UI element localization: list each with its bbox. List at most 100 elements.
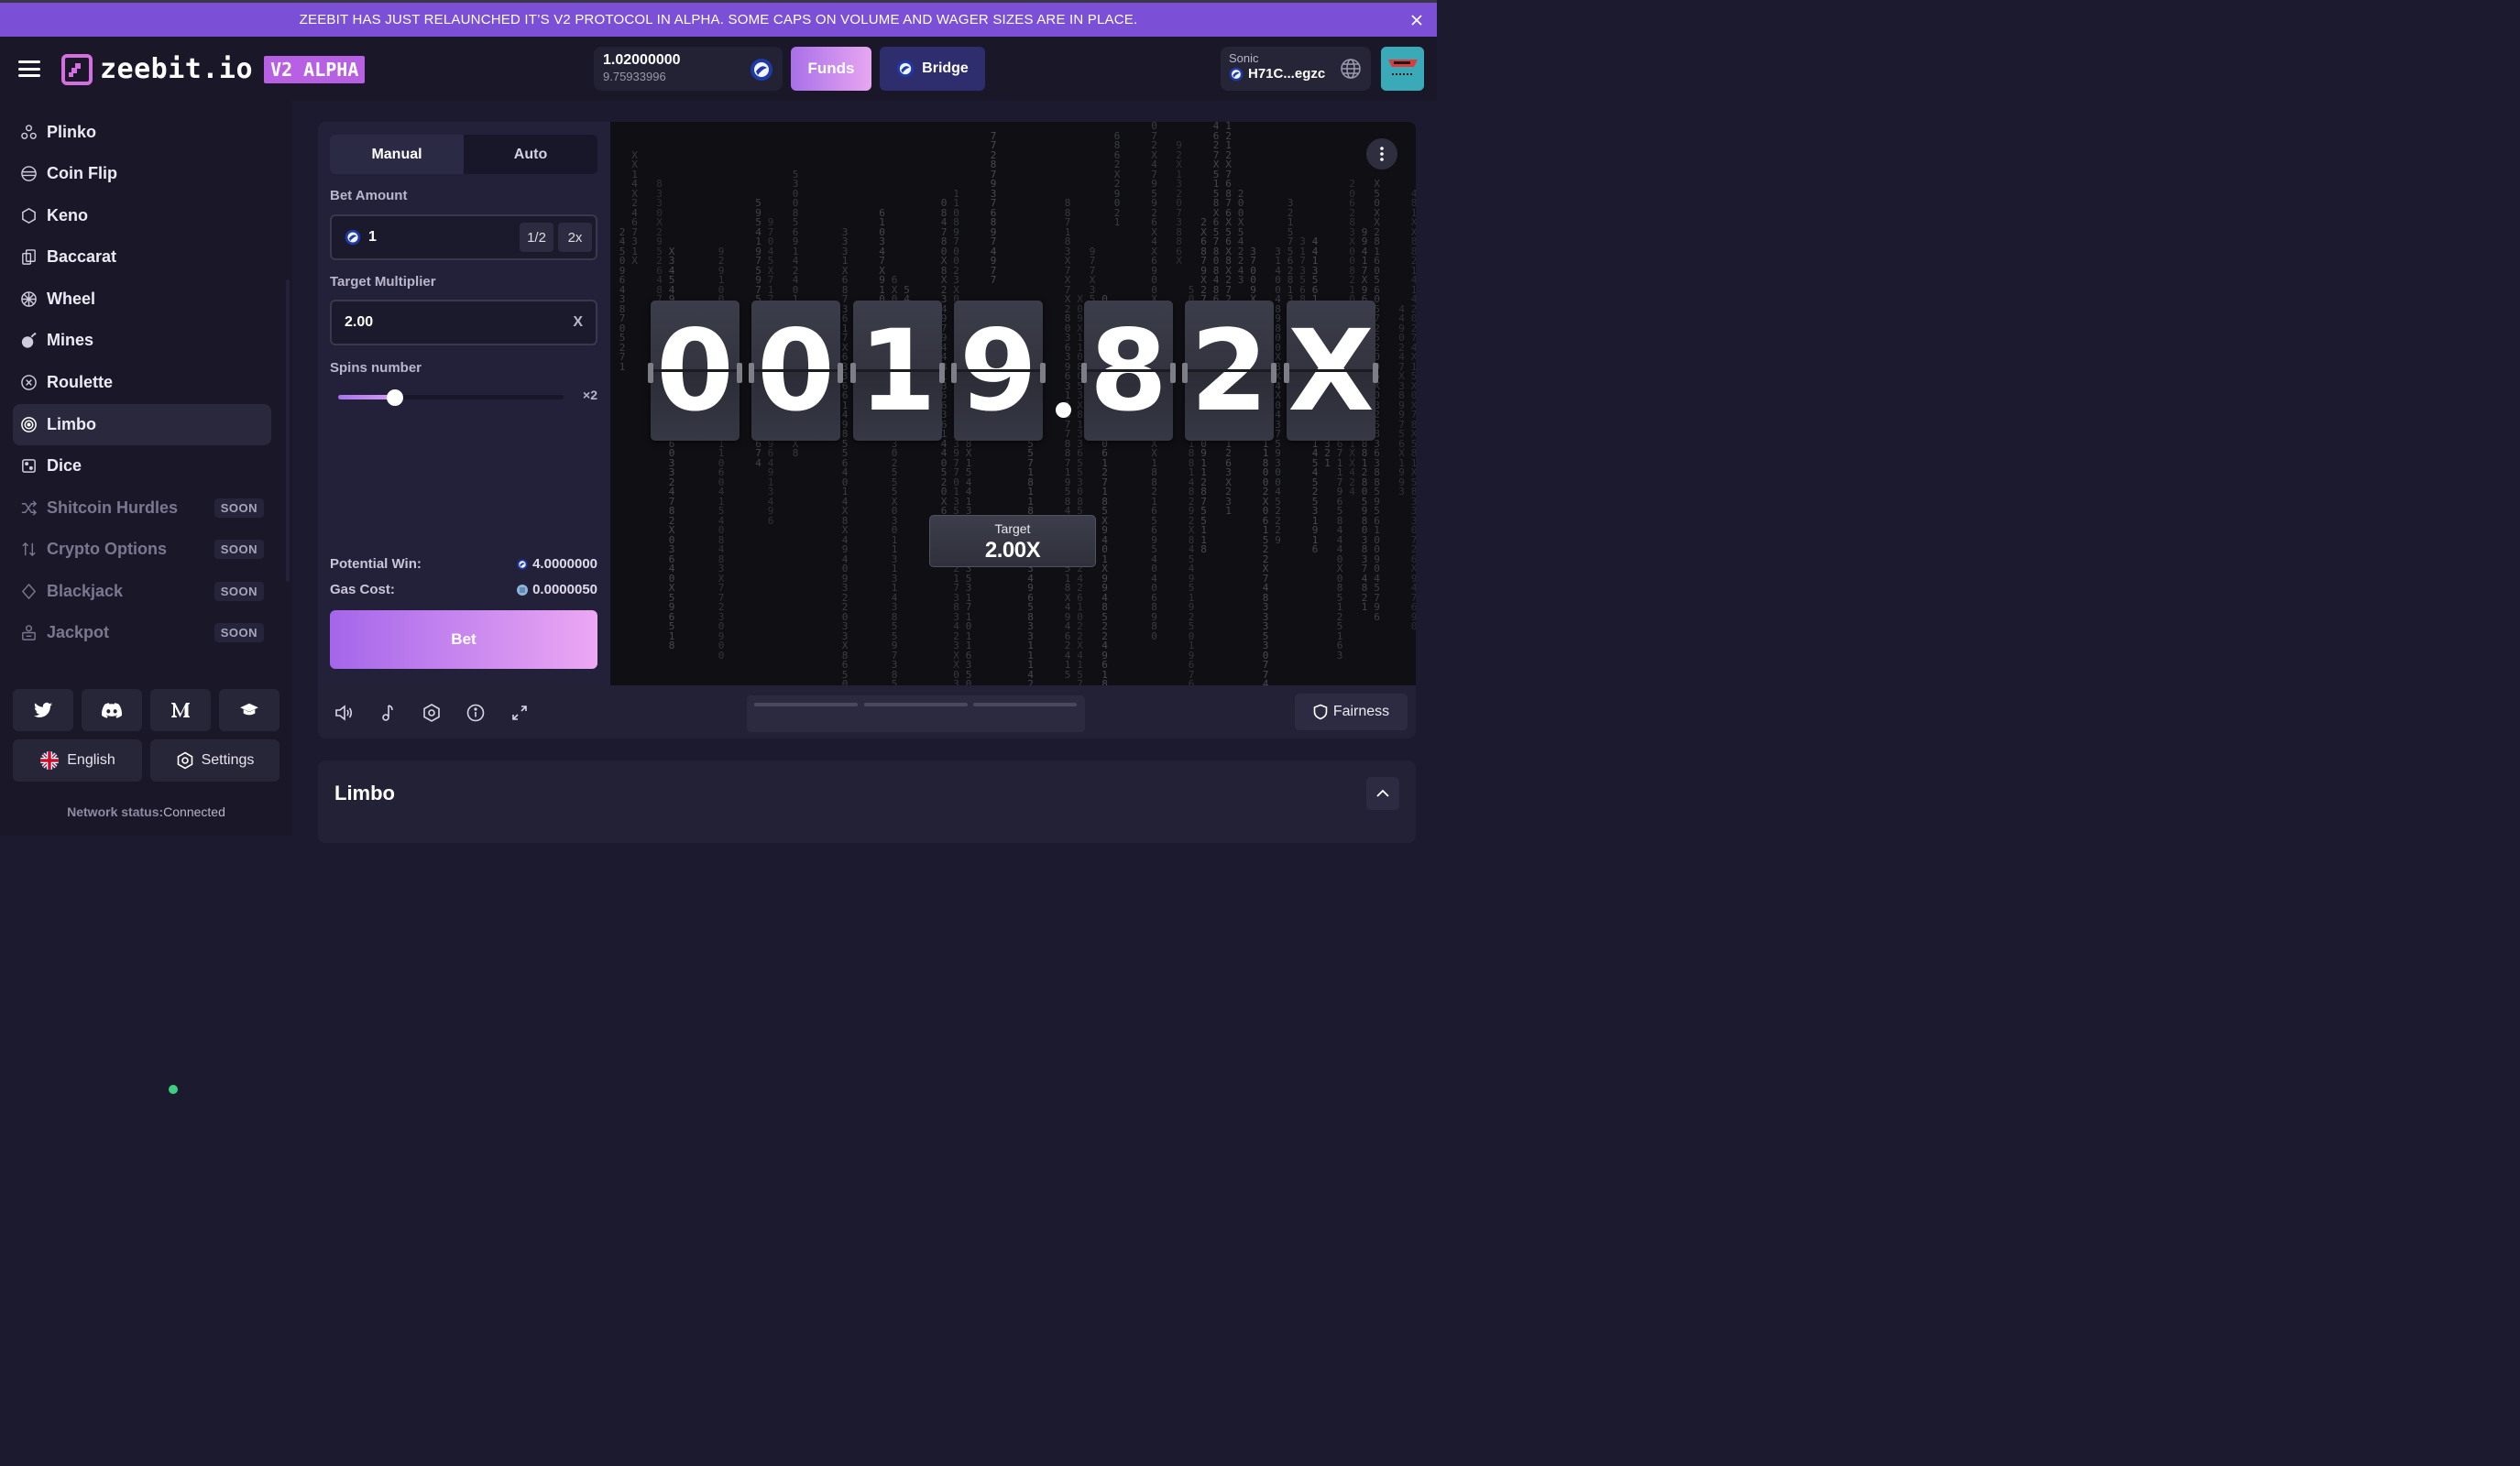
clear-target-button[interactable]: X [573, 314, 583, 331]
funds-button[interactable]: Funds [791, 47, 871, 91]
tab-auto[interactable]: Auto [464, 135, 597, 174]
game-toolbar: Fairness [318, 685, 1416, 738]
medium-button[interactable] [150, 689, 211, 731]
menu-icon[interactable] [18, 60, 40, 77]
volume-icon[interactable] [334, 703, 354, 723]
hinge [1182, 363, 1188, 383]
wallet-selector[interactable]: Sonic H71C...egzc [1221, 47, 1371, 91]
hinge [1081, 363, 1087, 383]
bomb-icon [21, 333, 37, 348]
network-status-value: Connected [163, 804, 225, 819]
bet-button[interactable]: Bet [330, 610, 597, 669]
more-vertical-icon [1380, 147, 1384, 161]
gas-cost-value: 0.0000050 [532, 582, 597, 597]
hinge [850, 363, 856, 383]
result-digit: 0 [651, 301, 740, 441]
sidebar-item-mines[interactable]: Mines [13, 320, 271, 361]
sonic-coin-icon [751, 59, 772, 81]
limbo-stage: 2 4 5 0 9 6 4 3 8 7 0 5 2 7 1 X X 1 4 X … [610, 122, 1416, 685]
graduation-cap-icon [240, 703, 258, 716]
arrows-updown-icon [22, 542, 36, 557]
gas-cost-label: Gas Cost: [330, 582, 395, 597]
soon-badge: SOON [214, 498, 264, 518]
dice-icon [22, 459, 36, 473]
sidebar-item-crypto-options: Crypto Options SOON [13, 529, 271, 570]
close-icon[interactable] [1409, 13, 1424, 27]
discord-icon [102, 702, 122, 718]
hinge [1271, 363, 1276, 383]
target-caption: Target [994, 521, 1031, 536]
target-multiplier-label: Target Multiplier [330, 274, 436, 290]
sidebar-item-shitcoin-hurdles: Shitcoin Hurdles SOON [13, 487, 271, 529]
sidebar-item-keno[interactable]: Keno [13, 195, 271, 236]
sidebar-scrollbar[interactable] [286, 279, 290, 582]
status-dot [169, 1085, 179, 1094]
info-icon[interactable] [466, 703, 486, 723]
sidebar: Plinko Coin Flip Keno Baccarat Wheel Min… [0, 101, 292, 1094]
version-badge: V2 ALPHA [264, 55, 366, 83]
wallet-address: H71C...egzc [1248, 66, 1326, 82]
spins-value: ×2 [583, 388, 597, 402]
soon-badge: SOON [214, 623, 264, 642]
history-segment [754, 703, 858, 706]
game-info-panel: Limbo [318, 760, 1416, 843]
bridge-button[interactable]: Bridge [880, 47, 985, 91]
sidebar-item-baccarat[interactable]: Baccarat [13, 236, 271, 278]
result-digit: 9 [954, 301, 1043, 441]
discord-button[interactable] [82, 689, 142, 731]
logo-text: zeebit.io [100, 53, 254, 85]
music-icon[interactable] [378, 703, 398, 723]
sonic-coin-icon [1229, 67, 1244, 81]
settings-hex-icon[interactable] [422, 703, 442, 723]
medium-icon [171, 703, 190, 717]
history-segment [973, 703, 1077, 706]
game-panel: Manual Auto Bet Amount 1 1/2 2x Target M… [318, 122, 1416, 738]
result-digit: 2 [1185, 301, 1274, 441]
target-value: 2.00X [984, 538, 1041, 563]
globe-icon[interactable] [1340, 58, 1362, 80]
sidebar-item-wheel[interactable]: Wheel [13, 279, 271, 320]
half-bet-button[interactable]: 1/2 [520, 223, 553, 252]
hinge [1284, 363, 1289, 383]
shuffle-icon [21, 500, 38, 516]
gas-cost-row: Gas Cost: 0.0000050 [330, 582, 597, 597]
mode-tabs: Manual Auto [330, 135, 597, 174]
sidebar-item-roulette[interactable]: Roulette [13, 362, 271, 403]
hinge [737, 363, 742, 383]
logo[interactable]: zeebit.io V2 ALPHA [61, 53, 366, 85]
balance-display[interactable]: 1.02000000 9.75933996 [594, 47, 783, 91]
result-history [747, 695, 1085, 732]
sidebar-item-limbo[interactable]: Limbo [13, 404, 271, 445]
sidebar-item-dice[interactable]: Dice [13, 445, 271, 487]
balance-usd: 9.75933996 [603, 70, 666, 83]
coin-icon [21, 166, 37, 181]
spins-slider[interactable] [338, 389, 564, 406]
target-icon [21, 417, 37, 432]
target-multiplier-field[interactable]: 2.00 X [330, 300, 597, 345]
network-status: Network status: Connected [0, 804, 292, 1094]
more-options-button[interactable] [1366, 138, 1397, 170]
language-button[interactable]: English [13, 739, 142, 782]
spins-slider-thumb[interactable] [386, 389, 403, 406]
bet-amount-label: Bet Amount [330, 188, 408, 203]
collapse-button[interactable] [1366, 777, 1399, 810]
sidebar-item-jackpot: Jackpot SOON [13, 612, 271, 653]
gear-icon [177, 751, 192, 770]
twitter-button[interactable] [13, 689, 73, 731]
sidebar-item-plinko[interactable]: Plinko [13, 112, 271, 153]
announcement-banner: ZEEBIT HAS JUST RELAUNCHED IT’S V2 PROTO… [0, 0, 1437, 37]
tab-manual[interactable]: Manual [330, 135, 464, 174]
diamond-icon [21, 583, 37, 600]
avatar[interactable] [1381, 47, 1424, 91]
settings-button[interactable]: Settings [150, 739, 279, 782]
bet-amount-value: 1 [368, 229, 377, 245]
double-bet-button[interactable]: 2x [558, 223, 592, 252]
fullscreen-icon[interactable] [509, 703, 530, 723]
docs-button[interactable] [219, 689, 279, 731]
sidebar-item-coin-flip[interactable]: Coin Flip [13, 153, 271, 194]
bet-amount-field[interactable]: 1 1/2 2x [330, 214, 597, 260]
spins-number-label: Spins number [330, 360, 422, 376]
potential-win-label: Potential Win: [330, 556, 422, 572]
fairness-button[interactable]: Fairness [1295, 694, 1408, 730]
sonic-coin-icon [517, 558, 528, 570]
